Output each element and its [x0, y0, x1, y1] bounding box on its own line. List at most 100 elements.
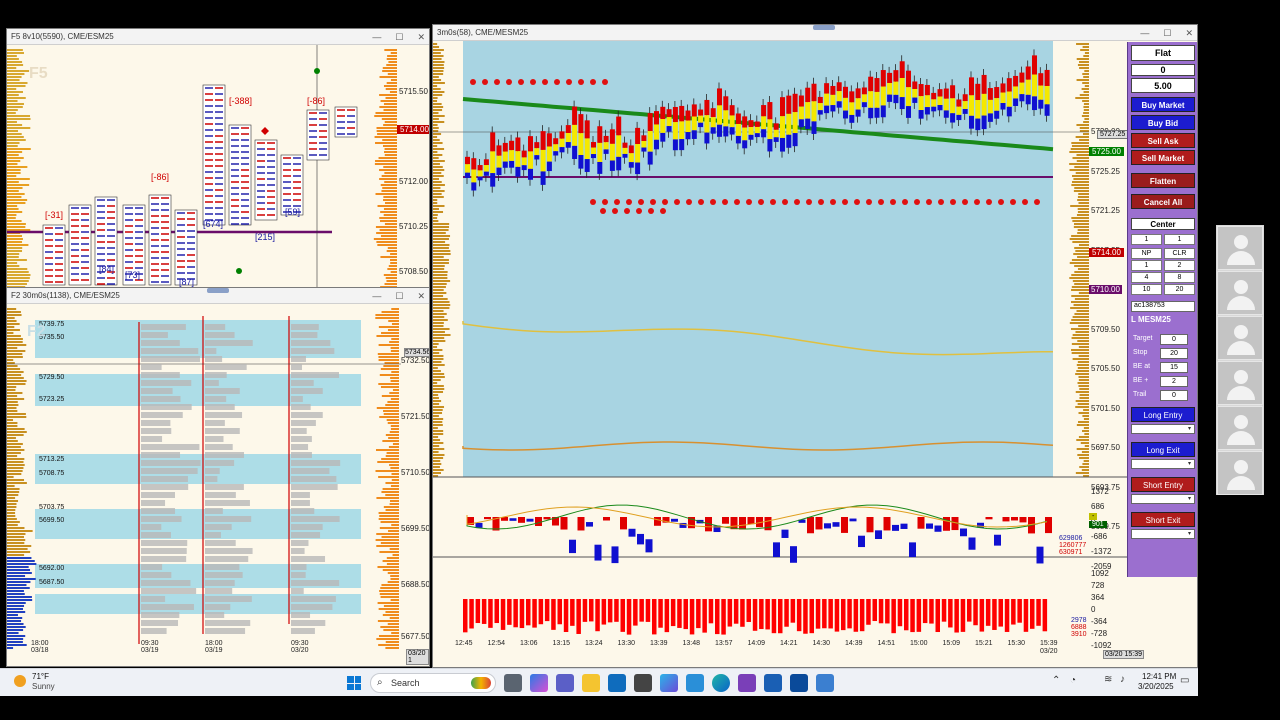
tpo-profile-bar — [205, 444, 233, 450]
short-exit-button[interactable]: Short Exit — [1131, 512, 1195, 527]
qty-selector[interactable]: 1 — [1131, 234, 1162, 245]
volume-profile-bar — [379, 590, 399, 592]
be-at-input[interactable]: 15 — [1160, 362, 1188, 373]
app-icon[interactable] — [634, 674, 652, 692]
trading-app-icon[interactable] — [790, 674, 808, 692]
close-icon[interactable]: ✕ — [417, 291, 425, 302]
short-exit-select[interactable]: ▾ — [1131, 529, 1195, 539]
short-entry-button[interactable]: Short Entry — [1131, 477, 1195, 492]
short-entry-select[interactable]: ▾ — [1131, 494, 1195, 504]
qty-grid-np[interactable]: NP — [1131, 248, 1162, 259]
qty-grid-10[interactable]: 10 — [1131, 284, 1162, 295]
drag-handle[interactable] — [207, 288, 229, 293]
qty-grid-2[interactable]: 2 — [1164, 260, 1195, 271]
drag-handle[interactable] — [813, 25, 835, 30]
volume-profile-bar — [390, 347, 399, 349]
maximize-icon[interactable]: ☐ — [395, 291, 403, 302]
window-titlebar[interactable]: F5 8v10(5590), CME/ESM25 — ☐ ✕ — [7, 29, 429, 45]
close-icon[interactable]: ✕ — [417, 32, 425, 43]
be-plus-input[interactable]: 2 — [1160, 376, 1188, 387]
sell-market-button[interactable]: Sell Market — [1131, 150, 1195, 165]
volume-bar — [689, 599, 695, 635]
volume-profile-bar — [1075, 97, 1089, 99]
close-icon[interactable]: ✕ — [1185, 28, 1193, 39]
candle-segment — [496, 145, 502, 156]
start-button[interactable] — [347, 676, 361, 690]
tpo-profile-bar — [205, 540, 236, 546]
window-f5-chart[interactable]: F5 8v10(5590), CME/ESM25 — ☐ ✕ 5715.50 5… — [6, 28, 430, 288]
volume-profile-bar — [1072, 358, 1089, 360]
outlook-icon[interactable] — [608, 674, 626, 692]
window-f2-tpo[interactable]: F2 30m0s(1138), CME/ESM25 — ☐ ✕ 5739.75 5… — [6, 287, 430, 667]
minimize-icon[interactable]: — — [372, 291, 381, 301]
trail-input[interactable]: 0 — [1160, 390, 1188, 401]
sell-ask-button[interactable]: Sell Ask — [1131, 133, 1195, 148]
weather-temp[interactable]: 71°F — [32, 672, 49, 681]
volume-profile-bar — [381, 118, 397, 120]
maximize-icon[interactable]: ☐ — [1163, 28, 1171, 39]
copilot-icon[interactable] — [530, 674, 548, 692]
oscillator-bar — [628, 528, 636, 537]
volume-profile-bar — [7, 196, 22, 198]
edge-icon[interactable] — [712, 674, 730, 692]
candle-segment — [805, 118, 811, 129]
teams-icon[interactable] — [556, 674, 574, 692]
qty-selector[interactable]: 1 — [1164, 234, 1195, 245]
chat-app-icon[interactable] — [764, 674, 782, 692]
photos-icon[interactable] — [686, 674, 704, 692]
long-exit-button[interactable]: Long Exit — [1131, 442, 1195, 457]
minimize-icon[interactable]: — — [372, 32, 381, 42]
task-view-icon[interactable] — [504, 674, 522, 692]
qty-grid-20[interactable]: 20 — [1164, 284, 1195, 295]
volume-icon[interactable]: ♪ — [1120, 674, 1125, 685]
candle-segment — [597, 161, 603, 174]
maximize-icon[interactable]: ☐ — [395, 32, 403, 43]
center-button[interactable]: Center — [1131, 218, 1195, 230]
long-exit-select[interactable]: ▾ — [1131, 459, 1195, 469]
flatten-button[interactable]: Flatten — [1131, 173, 1195, 188]
tray-chevron-icon[interactable]: ⌃ — [1052, 675, 1060, 686]
price-field[interactable]: 5.00 — [1131, 78, 1195, 93]
volume-profile-bar — [7, 533, 26, 535]
qty-grid-4[interactable]: 4 — [1131, 272, 1162, 283]
buy-market-button[interactable]: Buy Market — [1131, 97, 1195, 112]
volume-profile-bar — [433, 142, 443, 144]
qty-grid-clr[interactable]: CLR — [1164, 248, 1195, 259]
cancel-all-button[interactable]: Cancel All — [1131, 194, 1195, 209]
candle-segment — [987, 99, 993, 114]
visual-studio-icon[interactable] — [738, 674, 756, 692]
long-entry-button[interactable]: Long Entry — [1131, 407, 1195, 422]
stop-input[interactable]: 20 — [1160, 348, 1188, 359]
taskbar-search[interactable]: ⌕ Search — [370, 673, 496, 693]
account-select[interactable]: ac138753 — [1131, 301, 1195, 312]
buy-bid-button[interactable]: Buy Bid — [1131, 115, 1195, 130]
network-icon[interactable]: ◔ — [1070, 675, 1076, 686]
quantity-field[interactable]: 0 — [1131, 64, 1195, 76]
window-app-icon[interactable] — [816, 674, 834, 692]
file-explorer-icon[interactable] — [582, 674, 600, 692]
volume-profile-bar — [381, 190, 397, 192]
copilot-app-icon[interactable] — [660, 674, 678, 692]
weather-sun-icon[interactable] — [14, 675, 26, 687]
volume-profile-bar — [7, 280, 29, 282]
window-main-chart[interactable]: 3m0s(58), CME/MESM25 — ☐ ✕ 5729.005725.2… — [432, 24, 1198, 668]
candle-segment — [761, 116, 767, 130]
candle-segment — [893, 70, 899, 82]
volume-profile-bar — [7, 356, 23, 358]
candle-segment — [962, 101, 968, 109]
long-entry-select[interactable]: ▾ — [1131, 424, 1195, 434]
search-placeholder: Search — [391, 678, 420, 688]
qty-grid-1[interactable]: 1 — [1131, 260, 1162, 271]
target-input[interactable]: 0 — [1160, 334, 1188, 345]
trading-panel: Flat 0 5.00 Buy Market Buy Bid Sell Ask … — [1127, 42, 1197, 577]
wifi-icon[interactable]: ≋ — [1104, 674, 1112, 685]
clock-date[interactable]: 3/20/2025 — [1138, 682, 1174, 691]
tpo-profile-bar — [205, 476, 218, 482]
minimize-icon[interactable]: — — [1140, 28, 1149, 38]
notification-icon[interactable]: ▭ — [1180, 675, 1189, 686]
volume-profile-bar — [377, 461, 399, 463]
candle-segment — [887, 72, 893, 84]
clock-time[interactable]: 12:41 PM — [1142, 672, 1176, 681]
qty-grid-8[interactable]: 8 — [1164, 272, 1195, 283]
tpo-profile-bar — [291, 500, 310, 506]
